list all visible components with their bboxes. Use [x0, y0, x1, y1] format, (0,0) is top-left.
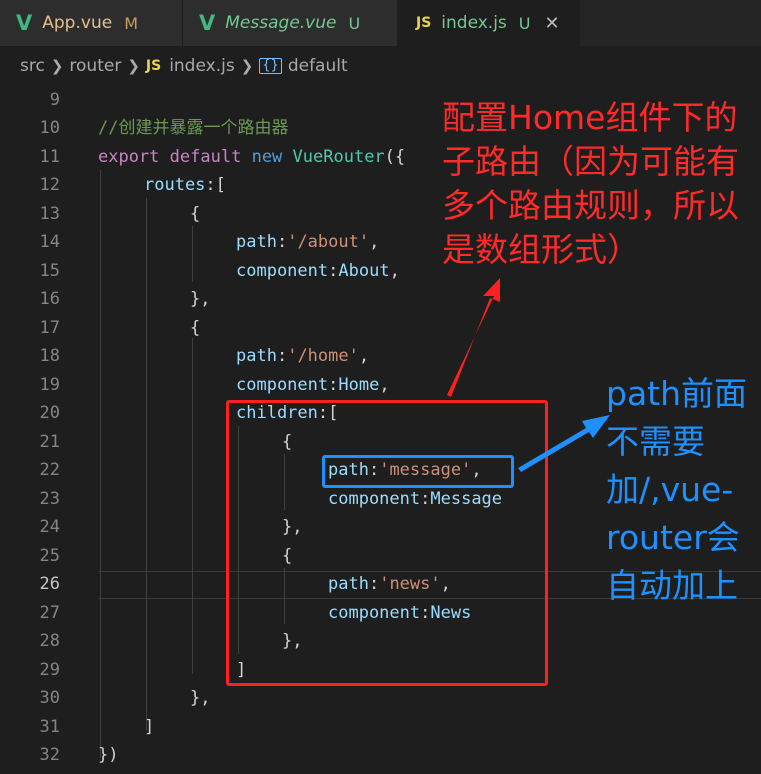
indent-guide [192, 338, 193, 674]
line-number-current: 26 [39, 574, 60, 594]
tab-app-vue[interactable]: V App.vue M [0, 0, 183, 46]
code-line-10: //创建并暴露一个路由器 [98, 114, 288, 142]
code-property: component [236, 261, 329, 281]
code-line-30: }, [190, 684, 210, 712]
line-number: 30 [39, 688, 60, 708]
line-number: 11 [39, 147, 60, 167]
code-line-15: component:About, [236, 257, 400, 285]
breadcrumb: src ❯ router ❯ JS index.js ❯ {} default [0, 46, 761, 86]
code-line-12: routes:[ [144, 171, 226, 199]
line-number: 13 [39, 204, 60, 224]
code-line-16: }, [190, 285, 210, 313]
line-number: 31 [39, 717, 60, 737]
breadcrumb-default[interactable]: default [288, 56, 348, 76]
line-number: 24 [39, 517, 60, 537]
line-number: 15 [39, 261, 60, 281]
line-number: 32 [39, 745, 60, 765]
js-file-icon: JS [145, 58, 162, 74]
line-number: 17 [39, 318, 60, 338]
indent-guide [192, 226, 193, 282]
line-number: 22 [39, 460, 60, 480]
untracked-badge: U [348, 13, 361, 33]
code-line-19: component:Home, [236, 371, 390, 399]
line-number: 9 [49, 90, 60, 110]
line-number: 16 [39, 289, 60, 309]
line-number: 28 [39, 631, 60, 651]
chevron-right-icon: ❯ [240, 57, 254, 75]
modified-badge: M [124, 13, 138, 33]
code-punct: : [328, 261, 339, 281]
code-property: routes [144, 175, 206, 195]
code-punct: , [379, 375, 390, 395]
line-number: 10 [39, 118, 60, 138]
code-identifier: About [338, 261, 390, 281]
tab-label: Message.vue [225, 13, 337, 33]
code-property: path [236, 232, 277, 252]
code-punct: : [328, 375, 339, 395]
js-file-icon: JS [416, 15, 432, 31]
line-number: 23 [39, 489, 60, 509]
breadcrumb-router[interactable]: router [69, 56, 121, 76]
code-punct: }) [98, 745, 119, 765]
indent-guide [146, 198, 147, 730]
code-punct: , [369, 232, 380, 252]
tab-label: App.vue [42, 13, 113, 33]
code-punct: }, [190, 688, 211, 708]
red-annotation-note: 配置Home组件下的子路由（因为可能有多个路由规则，所以是数组形式） [442, 98, 739, 269]
breadcrumb-src[interactable]: src [20, 56, 45, 76]
path-highlight-box [322, 455, 514, 488]
code-punct: : [276, 232, 288, 252]
line-number: 14 [39, 232, 60, 252]
indent-guide [100, 170, 101, 758]
code-keyword: default [169, 147, 242, 167]
code-keyword: export [98, 147, 160, 167]
code-punct: :[ [205, 175, 226, 195]
line-number: 20 [39, 403, 60, 423]
line-number: 12 [39, 175, 60, 195]
chevron-right-icon: ❯ [127, 57, 140, 75]
breadcrumb-index-js[interactable]: index.js [169, 56, 235, 76]
line-number: 19 [39, 375, 60, 395]
line-number: 29 [39, 660, 60, 680]
symbol-icon: {} [259, 58, 282, 74]
code-line-18: path:'/home', [236, 342, 369, 370]
code-comment: //创建并暴露一个路由器 [98, 118, 289, 138]
tab-index-js[interactable]: JS index.js U ✕ [398, 0, 580, 46]
tab-bar: V App.vue M V Message.vue U JS index.js … [0, 0, 761, 46]
code-identifier: Home [338, 375, 380, 395]
code-punct: ({ [384, 147, 406, 167]
line-number: 25 [39, 546, 60, 566]
code-string: '/about' [287, 232, 370, 252]
code-class: VueRouter [292, 147, 385, 167]
line-number: 21 [39, 432, 60, 452]
code-punct: , [358, 346, 370, 366]
code-line-17: { [190, 314, 200, 342]
vue-file-icon: V [199, 11, 216, 35]
code-string: '/home' [287, 346, 359, 366]
code-line-11: export default new VueRouter({ [98, 143, 405, 171]
tab-message-vue[interactable]: V Message.vue U [183, 0, 398, 46]
children-highlight-box [226, 400, 548, 686]
chevron-right-icon: ❯ [50, 57, 64, 75]
code-line-32: }) [98, 741, 118, 769]
code-punct: { [190, 318, 201, 338]
code-line-14: path:'/about', [236, 228, 379, 256]
untracked-badge: U [518, 13, 531, 33]
tab-label: index.js [441, 13, 507, 33]
close-icon[interactable]: ✕ [545, 13, 560, 34]
code-keyword: new [251, 147, 283, 167]
blue-annotation-note: path前面不需要加/,vue-router会自动加上 [606, 374, 748, 605]
vue-file-icon: V [16, 11, 33, 35]
code-punct: { [190, 204, 201, 224]
line-number: 18 [39, 346, 60, 366]
code-property: component [236, 375, 329, 395]
code-punct: ] [144, 717, 155, 737]
code-line-13: { [190, 200, 200, 228]
code-punct: : [276, 346, 288, 366]
code-punct: , [389, 261, 400, 281]
code-line-31: ] [144, 713, 154, 741]
code-property: path [236, 346, 277, 366]
line-number: 27 [39, 603, 60, 623]
code-punct: }, [190, 289, 211, 309]
